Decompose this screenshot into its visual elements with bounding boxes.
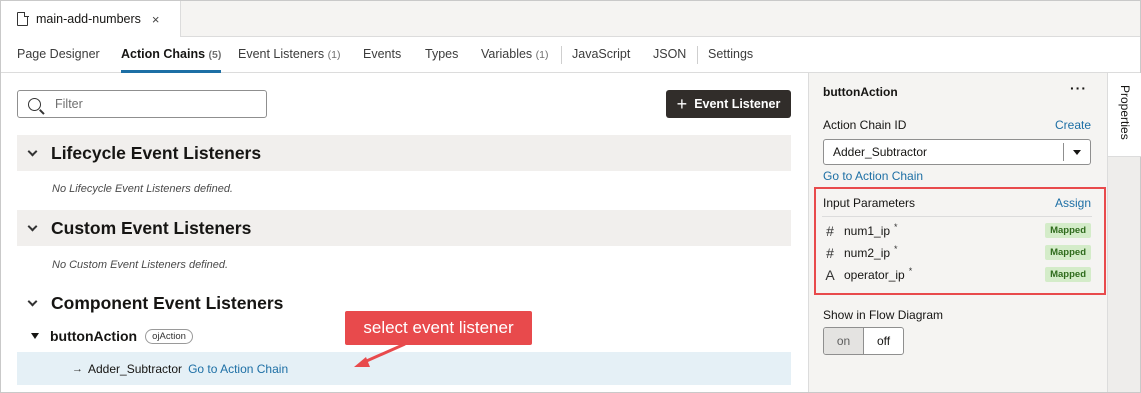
- tab-label: Types: [425, 47, 459, 61]
- properties-title: buttonAction: [823, 85, 898, 99]
- param-row[interactable]: # num1_ip * Mapped: [823, 222, 1091, 239]
- tab-count: (5): [208, 49, 222, 61]
- custom-empty-message: No Custom Event Listeners defined.: [52, 259, 229, 271]
- param-name: num2_ip: [844, 246, 891, 260]
- number-type-icon: #: [826, 223, 834, 239]
- tab-action-chains[interactable]: Action Chains (5): [121, 37, 222, 73]
- chain-name: Adder_Subtractor: [88, 361, 183, 376]
- event-type-badge: ojAction: [145, 328, 193, 344]
- tab-label: Event Listeners: [238, 47, 325, 61]
- lifecycle-empty-message: No Lifecycle Event Listeners defined.: [52, 183, 233, 195]
- go-to-action-chain-link[interactable]: Go to Action Chain: [188, 362, 288, 376]
- file-tab-bar: main-add-numbers ×: [1, 1, 1140, 37]
- section-title: Lifecycle Event Listeners: [51, 142, 262, 163]
- chevron-down-icon: [27, 296, 38, 306]
- tab-json[interactable]: JSON: [653, 37, 686, 73]
- file-tab-name: main-add-numbers: [36, 12, 141, 26]
- select-divider: [1063, 143, 1064, 161]
- tab-variables[interactable]: Variables (1): [481, 37, 549, 73]
- listener-item[interactable]: buttonAction ojAction: [31, 328, 193, 344]
- go-to-action-chain-panel-link[interactable]: Go to Action Chain: [823, 169, 923, 183]
- chevron-down-icon: [27, 146, 38, 156]
- file-tab[interactable]: main-add-numbers ×: [1, 1, 181, 37]
- arrow-right-icon: →: [72, 362, 83, 375]
- number-type-icon: #: [826, 245, 834, 261]
- required-marker: *: [908, 266, 913, 276]
- toggle-off-option[interactable]: off: [864, 328, 903, 354]
- close-icon[interactable]: ×: [152, 12, 160, 27]
- action-chain-select[interactable]: Adder_Subtractor: [823, 139, 1091, 165]
- callout-arrow-icon: [354, 342, 406, 367]
- action-chain-select-value: Adder_Subtractor: [833, 145, 928, 159]
- filter-field[interactable]: [17, 90, 267, 118]
- params-divider: [822, 216, 1092, 217]
- toggle-on-option[interactable]: on: [824, 328, 864, 354]
- tab-count: (1): [535, 49, 549, 61]
- tab-label: Variables: [481, 47, 533, 61]
- tab-page-designer[interactable]: Page Designer: [17, 37, 100, 73]
- properties-rail: Properties: [1107, 73, 1141, 392]
- section-title: Component Event Listeners: [51, 292, 284, 313]
- tab-label: JSON: [653, 47, 687, 61]
- add-event-listener-label: Event Listener: [694, 97, 781, 111]
- section-title: Custom Event Listeners: [51, 217, 252, 238]
- required-marker: *: [894, 222, 898, 232]
- tab-label: Events: [363, 47, 402, 61]
- mapped-badge: Mapped: [1045, 267, 1091, 282]
- param-row[interactable]: # num2_ip * Mapped: [823, 244, 1091, 261]
- search-icon: [28, 97, 41, 111]
- string-type-icon: A: [825, 267, 835, 283]
- caret-down-icon[interactable]: [31, 333, 39, 339]
- section-custom-header[interactable]: Custom Event Listeners: [17, 210, 791, 246]
- tab-javascript[interactable]: JavaScript: [572, 37, 630, 73]
- plus-icon: +: [676, 94, 688, 114]
- action-chain-id-label: Action Chain ID: [823, 118, 907, 132]
- properties-rail-label: Properties: [1118, 85, 1132, 140]
- tab-label: Settings: [708, 47, 754, 61]
- tab-event-listeners[interactable]: Event Listeners (1): [238, 37, 341, 73]
- required-marker: *: [894, 244, 898, 254]
- tab-label: Action Chains: [121, 47, 206, 61]
- mapped-badge: Mapped: [1045, 245, 1091, 260]
- input-parameters-label: Input Parameters: [823, 196, 916, 210]
- param-name: num1_ip: [844, 224, 891, 238]
- flow-diagram-toggle[interactable]: on off: [823, 327, 904, 355]
- param-name: operator_ip: [844, 268, 905, 282]
- tab-count: (1): [327, 49, 341, 61]
- properties-rail-tab[interactable]: Properties: [1108, 73, 1141, 157]
- assign-link[interactable]: Assign: [1055, 196, 1091, 210]
- add-event-listener-button[interactable]: + Event Listener: [666, 90, 791, 118]
- listener-name: buttonAction: [50, 328, 138, 344]
- document-icon: [17, 11, 29, 26]
- tab-divider: [697, 46, 698, 64]
- tab-settings[interactable]: Settings: [708, 37, 753, 73]
- tab-divider: [561, 46, 562, 64]
- mapped-badge: Mapped: [1045, 223, 1091, 238]
- dropdown-caret-icon[interactable]: [1073, 150, 1081, 155]
- filter-input[interactable]: [55, 97, 235, 111]
- editor-tab-bar: Page Designer Action Chains (5) Event Li…: [1, 37, 1140, 73]
- create-link[interactable]: Create: [1055, 118, 1091, 132]
- param-row[interactable]: A operator_ip * Mapped: [823, 266, 1091, 283]
- section-lifecycle-header[interactable]: Lifecycle Event Listeners: [17, 135, 791, 171]
- tab-label: JavaScript: [572, 47, 631, 61]
- chevron-down-icon: [27, 221, 38, 231]
- tab-types[interactable]: Types: [425, 37, 458, 73]
- tab-label: Page Designer: [17, 47, 100, 61]
- show-in-flow-label: Show in Flow Diagram: [823, 308, 944, 322]
- tab-events[interactable]: Events: [363, 37, 401, 73]
- more-options-icon[interactable]: ···: [1070, 80, 1087, 96]
